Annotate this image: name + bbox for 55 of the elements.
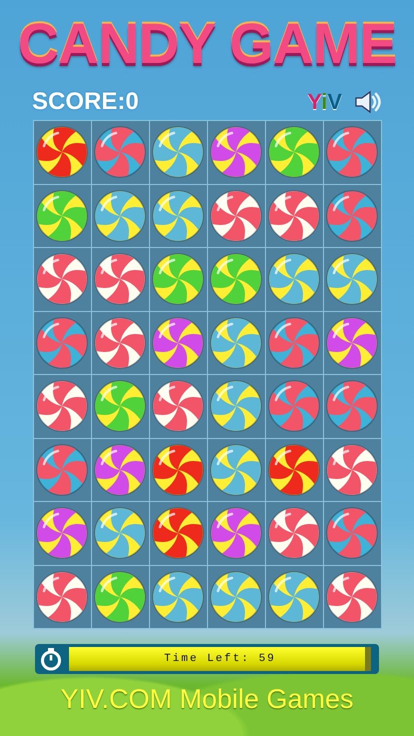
candy[interactable]: [36, 380, 88, 432]
footer-text: YIV.COM Mobile Games: [60, 684, 354, 715]
candy[interactable]: [152, 253, 204, 306]
logo[interactable]: YiV: [307, 89, 342, 115]
candy[interactable]: [268, 316, 320, 369]
candy[interactable]: [152, 316, 204, 369]
candy[interactable]: [36, 190, 88, 242]
candy[interactable]: [94, 507, 146, 560]
score-text: SCORE:0: [32, 88, 139, 116]
candy[interactable]: [268, 190, 320, 242]
candy[interactable]: [36, 507, 88, 560]
candy[interactable]: [36, 444, 88, 496]
candy[interactable]: [36, 253, 88, 306]
candy[interactable]: [210, 126, 262, 178]
candy[interactable]: [152, 126, 204, 178]
candy[interactable]: [326, 570, 378, 623]
candy[interactable]: [152, 507, 204, 560]
candy[interactable]: [94, 380, 146, 432]
candy[interactable]: [326, 380, 378, 432]
speaker-icon[interactable]: [354, 90, 382, 114]
game-title: CANDY GAME: [18, 12, 396, 76]
candy[interactable]: [94, 444, 146, 496]
candy[interactable]: [210, 444, 262, 496]
stopwatch-icon: [39, 647, 63, 671]
candy[interactable]: [268, 253, 320, 306]
candy[interactable]: [326, 126, 378, 178]
candy[interactable]: [36, 126, 88, 178]
candy[interactable]: [268, 570, 320, 623]
candy[interactable]: [152, 570, 204, 623]
candy[interactable]: [210, 380, 262, 432]
candy[interactable]: [268, 380, 320, 432]
candy[interactable]: [152, 380, 204, 432]
candy[interactable]: [326, 507, 378, 560]
candy[interactable]: [210, 253, 262, 306]
candy[interactable]: [268, 444, 320, 496]
candy[interactable]: [210, 570, 262, 623]
candy[interactable]: [210, 190, 262, 242]
candy[interactable]: [94, 253, 146, 306]
candy[interactable]: [152, 444, 204, 496]
candy[interactable]: [94, 190, 146, 242]
candy[interactable]: [268, 126, 320, 178]
candy[interactable]: [326, 444, 378, 496]
candy[interactable]: [326, 316, 378, 369]
candy[interactable]: [210, 507, 262, 560]
candy[interactable]: [210, 316, 262, 369]
candy[interactable]: [36, 570, 88, 623]
candy[interactable]: [94, 316, 146, 369]
candy[interactable]: [152, 190, 204, 242]
candy[interactable]: [94, 126, 146, 178]
candy[interactable]: [94, 570, 146, 623]
candy[interactable]: [268, 507, 320, 560]
candy[interactable]: [326, 190, 378, 242]
candy[interactable]: [36, 316, 88, 369]
time-left-text: Time Left: 59: [163, 652, 277, 667]
candy[interactable]: [326, 253, 378, 306]
